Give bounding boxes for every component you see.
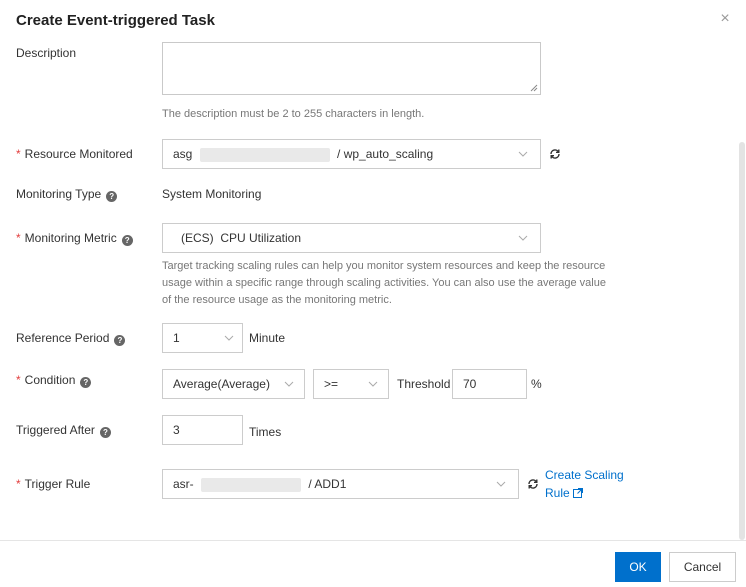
help-icon[interactable]: ? (121, 235, 133, 246)
create-scaling-rule-link[interactable]: Create Scaling Rule (545, 466, 635, 502)
resource-monitored-select[interactable]: asg / wp_auto_scaling (162, 139, 541, 169)
chevron-down-icon (518, 235, 528, 241)
chevron-down-icon (496, 481, 506, 487)
trigger-rule-suffix: / ADD1 (308, 477, 347, 491)
resource-monitored-suffix: / wp_auto_scaling (337, 147, 434, 161)
monitoring-metric-select[interactable]: (ECS) CPU Utilization (162, 223, 541, 253)
resource-monitored-prefix: asg (173, 147, 193, 161)
refresh-icon[interactable] (549, 148, 561, 160)
scrollbar-thumb[interactable] (739, 142, 745, 540)
monitoring-metric-hint-1: Target tracking scaling rules can help y… (162, 260, 606, 272)
reference-period-label-text: Reference Period (16, 331, 110, 345)
resize-grip-icon[interactable] (530, 84, 538, 92)
monitoring-metric-hint-2: usage within a specific range through sc… (162, 277, 606, 289)
ok-button[interactable]: OK (615, 552, 661, 582)
required-asterisk: * (16, 147, 21, 161)
threshold-unit: % (531, 377, 542, 391)
close-icon[interactable]: × (718, 11, 732, 27)
reference-period-label: Reference Period? (16, 331, 126, 346)
trigger-rule-prefix: asr- (173, 477, 194, 491)
reference-period-value: 1 (173, 331, 180, 345)
resource-monitored-label: * Resource Monitored (16, 147, 133, 161)
reference-period-unit: Minute (249, 331, 286, 345)
trigger-rule-select[interactable]: asr- / ADD1 (162, 469, 519, 499)
create-scaling-rule-link-line2[interactable]: Rule (545, 486, 570, 500)
help-icon[interactable]: ? (99, 427, 111, 438)
monitoring-metric-label: * Monitoring Metric? (16, 231, 133, 246)
help-icon[interactable]: ? (80, 377, 92, 388)
reference-period-select[interactable]: 1 (162, 323, 243, 353)
external-link-icon[interactable] (572, 488, 583, 498)
description-label: Description (16, 46, 76, 60)
triggered-after-label: Triggered After? (16, 423, 111, 438)
trigger-rule-label: * Trigger Rule (16, 477, 90, 491)
monitoring-metric-label-text: Monitoring Metric (24, 231, 117, 245)
required-asterisk: * (16, 231, 21, 245)
monitoring-metric-value: (ECS) CPU Utilization (181, 231, 302, 245)
refresh-icon[interactable] (527, 478, 539, 490)
description-hint: The description must be 2 to 255 charact… (162, 108, 425, 120)
masked-value (201, 477, 302, 492)
condition-operator-value: >= (324, 377, 339, 391)
scrollbar[interactable] (738, 142, 746, 540)
triggered-after-label-text: Triggered After (16, 423, 95, 437)
required-asterisk: * (16, 477, 21, 491)
chevron-down-icon (224, 335, 234, 341)
condition-operator-select[interactable]: >= (313, 369, 389, 399)
create-event-task-dialog: Create Event-triggered Task × Descriptio… (0, 0, 746, 587)
resource-monitored-label-text: Resource Monitored (24, 147, 133, 161)
masked-value (199, 147, 330, 162)
monitoring-metric-hint-3: of the resource usage as the monitoring … (162, 294, 392, 306)
chevron-down-icon (368, 381, 378, 387)
description-label-text: Description (16, 46, 77, 60)
chevron-down-icon (518, 151, 528, 157)
condition-label-text: Condition (24, 373, 76, 387)
threshold-label: Threshold (397, 377, 451, 391)
monitoring-type-label: Monitoring Type? (16, 187, 118, 202)
triggered-after-unit: Times (249, 425, 282, 439)
condition-label: * Condition? (16, 373, 92, 388)
chevron-down-icon (284, 381, 294, 387)
required-asterisk: * (16, 373, 21, 387)
help-icon[interactable]: ? (106, 191, 118, 202)
threshold-input[interactable]: 70 (452, 369, 527, 399)
create-scaling-rule-link-line1[interactable]: Create Scaling (545, 466, 635, 484)
trigger-rule-label-text: Trigger Rule (24, 477, 91, 491)
monitoring-type-label-text: Monitoring Type (16, 187, 102, 201)
cancel-button[interactable]: Cancel (669, 552, 736, 582)
condition-statistic-value: Average(Average) (173, 377, 270, 391)
condition-statistic-select[interactable]: Average(Average) (162, 369, 305, 399)
dialog-title: Create Event-triggered Task (16, 12, 215, 29)
dialog-footer: OK Cancel (0, 540, 746, 587)
description-textarea[interactable] (162, 42, 541, 95)
help-icon[interactable]: ? (114, 335, 126, 346)
monitoring-type-value: System Monitoring (162, 187, 262, 201)
triggered-after-input[interactable]: 3 (162, 415, 243, 445)
